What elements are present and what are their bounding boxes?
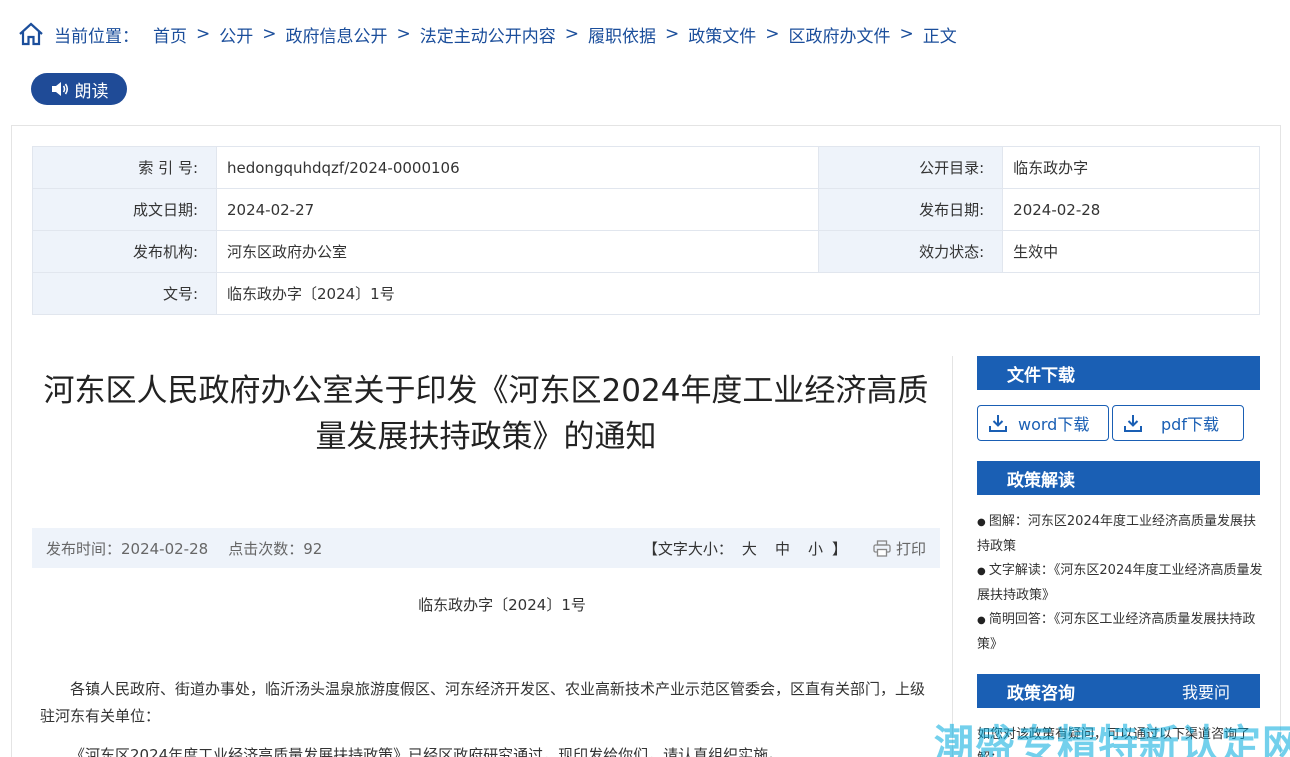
index-number-label: 索 引 号: [32, 146, 217, 189]
body-paragraph-2: 《河东区2024年度工业经济高质量发展扶持政策》已经区政府研究通过，现印发给你们… [70, 746, 784, 757]
breadcrumb-item-current[interactable]: 正文 [923, 22, 957, 47]
document-number-value: 临东政办字〔2024〕1号 [216, 272, 1260, 315]
breadcrumb-item-public[interactable]: 公开 [219, 22, 253, 47]
printer-icon [873, 539, 891, 557]
breadcrumb: 当前位置： 首页 > 公开 > 政府信息公开 > 法定主动公开内容 > 履职依据… [18, 20, 957, 48]
breadcrumb-item-legal-content[interactable]: 法定主动公开内容 [420, 22, 556, 47]
font-size-label: 【文字大小： [642, 539, 733, 558]
read-aloud-label: 朗读 [74, 81, 109, 102]
validity-label: 效力状态: [818, 230, 1004, 273]
word-download-label: word下载 [1018, 415, 1090, 434]
font-size-close-bracket: 】 [831, 539, 847, 558]
table-row: 发布机构: 河东区政府办公室 效力状态: 生效中 [32, 230, 1260, 273]
policy-consult-header: 政策咨询 我要问 [977, 674, 1260, 708]
document-number-text: 临东政办字〔2024〕1号 [418, 596, 586, 614]
column-divider [952, 356, 953, 757]
watermark: 潮盛专精特新认定网 [934, 722, 1290, 757]
file-download-title: 文件下载 [1007, 365, 1075, 386]
policy-interpretation-title: 政策解读 [1007, 470, 1075, 491]
breadcrumb-separator: > [262, 24, 277, 44]
breadcrumb-separator: > [765, 24, 780, 44]
breadcrumb-separator: > [396, 24, 411, 44]
breadcrumb-item-gov-info[interactable]: 政府信息公开 [286, 22, 388, 47]
metadata-table: 索 引 号: hedongquhdqzf/2024-0000106 公开目录: … [32, 146, 1260, 315]
body-paragraph-1: 各镇人民政府、街道办事处，临沂汤头温泉旅游度假区、河东经济开发区、农业高新技术产… [40, 680, 926, 725]
list-item[interactable]: 文字解读：《河东区2024年度工业经济高质量发展扶持政策》 [977, 559, 1263, 608]
validity-value: 生效中 [1002, 230, 1260, 273]
table-row: 成文日期: 2024-02-27 发布日期: 2024-02-28 [32, 188, 1260, 231]
pdf-download-label: pdf下载 [1161, 415, 1219, 434]
print-button[interactable]: 打印 [873, 538, 926, 559]
breadcrumb-item-duty-basis[interactable]: 履职依据 [588, 22, 656, 47]
publisher-value: 河东区政府办公室 [215, 230, 820, 273]
publish-time: 发布时间：2024-02-28 [46, 539, 209, 558]
font-size-medium-button[interactable]: 中 [775, 538, 790, 559]
breadcrumb-separator: > [196, 24, 211, 44]
interpretation-list: 图解：河东区2024年度工业经济高质量发展扶持政策 文字解读：《河东区2024年… [977, 510, 1263, 657]
policy-consult-title: 政策咨询 [1007, 683, 1075, 704]
click-count: 点击次数：92 [228, 539, 323, 558]
download-icon [989, 415, 1007, 432]
table-row: 索 引 号: hedongquhdqzf/2024-0000106 公开目录: … [32, 146, 1260, 189]
title-line-1: 河东区人民政府办公室关于印发《河东区2024年度工业经济高质 [43, 373, 929, 409]
breadcrumb-item-policy-files[interactable]: 政策文件 [688, 22, 756, 47]
article-info-bar: 发布时间：2024-02-28 点击次数：92 【文字大小： 大 中 小 】 打… [32, 528, 940, 568]
catalog-label: 公开目录: [818, 146, 1004, 189]
catalog-value: 临东政办字 [1002, 146, 1260, 189]
publish-date-label: 发布日期: [818, 188, 1004, 231]
policy-interpretation-header: 政策解读 [977, 461, 1260, 495]
font-size-small-button[interactable]: 小 [808, 538, 823, 559]
table-row: 文号: 临东政办字〔2024〕1号 [32, 272, 1260, 315]
breadcrumb-separator: > [665, 24, 680, 44]
written-date-value: 2024-02-27 [215, 188, 820, 231]
breadcrumb-separator: > [899, 24, 914, 44]
page-title: 河东区人民政府办公室关于印发《河东区2024年度工业经济高质 量发展扶持政策》的… [30, 368, 942, 460]
file-download-header: 文件下载 [977, 356, 1260, 390]
ask-question-link[interactable]: 我要问 [1182, 679, 1230, 703]
publish-date-value: 2024-02-28 [1002, 188, 1260, 231]
breadcrumb-item-home[interactable]: 首页 [153, 22, 187, 47]
breadcrumb-separator: > [564, 24, 579, 44]
download-icon [1124, 415, 1142, 432]
index-number-value: hedongquhdqzf/2024-0000106 [215, 146, 820, 189]
title-line-2: 量发展扶持政策》的通知 [315, 419, 657, 455]
print-label: 打印 [895, 539, 926, 558]
read-aloud-button[interactable]: 朗读 [31, 73, 127, 105]
font-size-large-button[interactable]: 大 [742, 538, 757, 559]
breadcrumb-item-district-office[interactable]: 区政府办文件 [789, 22, 891, 47]
written-date-label: 成文日期: [32, 188, 217, 231]
publisher-label: 发布机构: [32, 230, 217, 273]
list-item[interactable]: 图解：河东区2024年度工业经济高质量发展扶持政策 [977, 510, 1263, 559]
speaker-icon [51, 82, 68, 96]
word-download-button[interactable]: word下载 [977, 405, 1109, 441]
pdf-download-button[interactable]: pdf下载 [1112, 405, 1244, 441]
document-number-label: 文号: [32, 272, 217, 315]
breadcrumb-lead: 当前位置： [54, 26, 139, 47]
list-item[interactable]: 简明回答：《河东区工业经济高质量发展扶持政策》 [977, 608, 1263, 657]
home-icon[interactable] [18, 21, 44, 47]
